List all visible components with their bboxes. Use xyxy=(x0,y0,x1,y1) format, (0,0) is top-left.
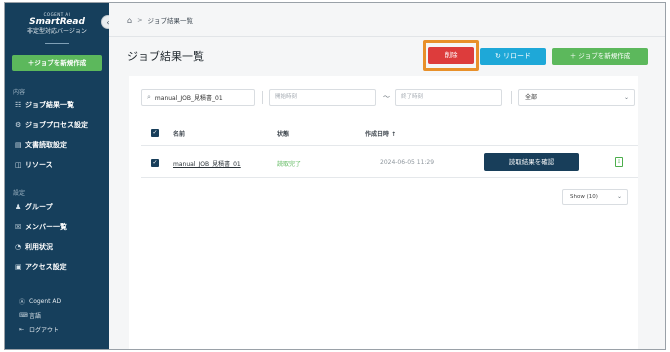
end-time-field[interactable]: 終了時刻 xyxy=(395,89,502,106)
download-document-icon[interactable]: ⇩ xyxy=(615,157,623,167)
column-header-created[interactable]: 作成日時 ↑ xyxy=(365,129,396,138)
created-datetime: 2024-06-05 11:29 xyxy=(380,159,435,166)
select-all-checkbox[interactable]: ✓ xyxy=(151,129,159,137)
search-icon: ⌕ xyxy=(147,93,151,101)
filter-divider xyxy=(262,91,263,104)
column-header-status[interactable]: 状態 xyxy=(277,129,289,138)
breadcrumb: ⌂ > ジョブ結果一覧 xyxy=(127,15,194,26)
app-window: COGENT AI SmartRead 非定型対応バージョン ＋ジョブを新規作成… xyxy=(4,2,666,350)
view-result-button[interactable]: 読取結果を確認 xyxy=(484,153,579,171)
results-card: ⌕ manual_JOB_見積書_01 開始時刻 ～ 終了時刻 全部 ⌄ ✓ 名… xyxy=(129,76,638,349)
sidebar-item-job-results[interactable]: ☷ ジョブ結果一覧 xyxy=(15,99,74,111)
logout-icon: ⇤ xyxy=(19,325,25,333)
sidebar-item-members[interactable]: ☒ メンバー一覧 xyxy=(15,221,67,233)
delete-button[interactable]: 削除 xyxy=(428,47,474,64)
sidebar-item-label: ジョブプロセス設定 xyxy=(25,121,88,129)
brand-divider xyxy=(45,43,69,44)
table-divider xyxy=(141,145,638,146)
status-badge: 読取完了 xyxy=(277,161,302,168)
process-icon: ⚙ xyxy=(15,121,22,129)
sidebar-new-job-button[interactable]: ＋ジョブを新規作成 xyxy=(12,55,102,71)
sidebar-item-label: メンバー一覧 xyxy=(25,223,67,231)
sidebar-item-document-settings[interactable]: ▤ 文書読取設定 xyxy=(15,139,67,151)
column-header-name[interactable]: 名前 xyxy=(173,129,185,138)
job-name-link[interactable]: manual_JOB_見積書_01 xyxy=(173,159,241,168)
sidebar-footer-language[interactable]: ⌨ 言語 xyxy=(19,310,41,320)
new-job-button[interactable]: ＋ ジョブを新規作成 xyxy=(552,48,648,65)
usage-icon: ◔ xyxy=(15,243,22,251)
sidebar-item-label: リソース xyxy=(25,161,53,169)
sidebar-item-label: グループ xyxy=(25,203,53,211)
date-range-tilde: ～ xyxy=(383,93,390,101)
sidebar-footer-logout[interactable]: ⇤ ログアウト xyxy=(19,324,59,334)
search-input[interactable]: ⌕ manual_JOB_見積書_01 xyxy=(141,89,255,106)
account-icon: Ⓐ xyxy=(19,298,26,306)
document-icon: ▤ xyxy=(15,141,22,149)
page-size-value: Show (10) xyxy=(570,194,598,200)
status-select-value: 全部 xyxy=(525,94,538,101)
page-size-select[interactable]: Show (10) ⌄ xyxy=(562,189,628,205)
sidebar-item-resources[interactable]: ◫ リソース xyxy=(15,159,53,171)
main-content: ⌂ > ジョブ結果一覧 ジョブ結果一覧 削除 ↻ リロード ＋ ジョブを新規作成… xyxy=(109,3,665,349)
sidebar-item-job-process[interactable]: ⚙ ジョブプロセス設定 xyxy=(15,119,88,131)
chevron-down-icon: ⌄ xyxy=(616,193,622,200)
table-row-divider xyxy=(141,177,638,178)
chevron-down-icon: ⌄ xyxy=(623,94,629,101)
sidebar-item-access-settings[interactable]: ▣ アクセス設定 xyxy=(15,261,67,273)
brand-edition: 非定型対応バージョン xyxy=(27,28,87,35)
member-icon: ☒ xyxy=(15,223,22,231)
sidebar-item-usage[interactable]: ◔ 利用状況 xyxy=(15,241,53,253)
logout-label: ログアウト xyxy=(29,326,60,334)
home-icon[interactable]: ⌂ xyxy=(127,16,132,25)
sidebar-item-groups[interactable]: ♟ グループ xyxy=(15,201,53,213)
section-label-settings: 設定 xyxy=(13,190,26,197)
header-divider xyxy=(109,36,665,37)
list-icon: ☷ xyxy=(15,101,22,109)
resource-icon: ◫ xyxy=(15,161,22,169)
breadcrumb-current: ジョブ結果一覧 xyxy=(147,17,194,25)
start-time-field[interactable]: 開始時刻 xyxy=(269,89,376,106)
brand-logo: COGENT AI SmartRead 非定型対応バージョン xyxy=(5,12,109,36)
account-label: Cogent AD xyxy=(29,297,62,305)
reload-button[interactable]: ↻ リロード xyxy=(480,48,546,65)
breadcrumb-separator: > xyxy=(137,16,143,24)
sidebar-item-label: ジョブ結果一覧 xyxy=(25,101,74,109)
sidebar: COGENT AI SmartRead 非定型対応バージョン ＋ジョブを新規作成… xyxy=(5,3,109,349)
sidebar-item-label: 利用状況 xyxy=(25,243,53,251)
brand-product: SmartRead xyxy=(29,17,85,27)
language-icon: ⌨ xyxy=(19,311,28,319)
access-icon: ▣ xyxy=(15,263,22,271)
group-icon: ♟ xyxy=(15,203,22,211)
page-title: ジョブ結果一覧 xyxy=(127,50,204,63)
sidebar-footer-account[interactable]: Ⓐ Cogent AD xyxy=(19,296,61,306)
filter-divider xyxy=(511,91,512,104)
section-label-content: 内容 xyxy=(13,89,26,96)
row-checkbox[interactable]: ✓ xyxy=(151,159,159,167)
sidebar-item-label: 文書読取設定 xyxy=(25,141,67,149)
sidebar-item-label: アクセス設定 xyxy=(25,263,67,271)
status-select[interactable]: 全部 ⌄ xyxy=(518,89,635,106)
search-value: manual_JOB_見積書_01 xyxy=(154,95,223,102)
language-label: 言語 xyxy=(29,312,42,320)
